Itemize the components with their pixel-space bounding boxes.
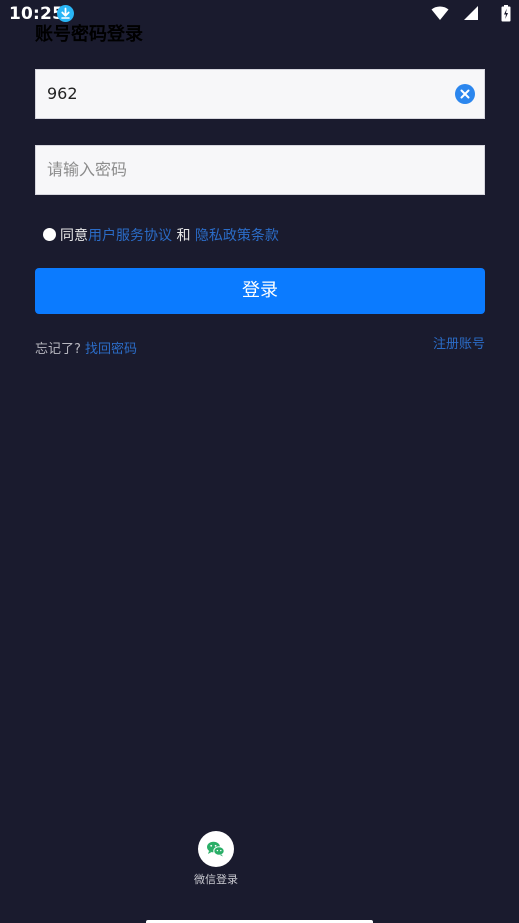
- user-agreement-link[interactable]: 用户服务协议: [88, 228, 172, 244]
- password-field[interactable]: [35, 145, 485, 195]
- forgot-label: 忘记了?: [35, 342, 81, 357]
- wechat-login-label: 微信登录: [194, 873, 238, 886]
- clear-icon[interactable]: [455, 84, 475, 104]
- login-button[interactable]: 登录: [35, 268, 485, 314]
- agreement-row: 同意用户服务协议 和 隐私政策条款: [43, 226, 279, 246]
- recover-password-link[interactable]: 找回密码: [85, 342, 137, 357]
- privacy-policy-link[interactable]: 隐私政策条款: [195, 228, 279, 244]
- password-input[interactable]: [47, 146, 447, 194]
- cellular-icon: [464, 6, 478, 20]
- agreement-prefix: 同意: [60, 228, 88, 244]
- wifi-icon: [431, 6, 449, 20]
- battery-icon: [501, 5, 511, 22]
- account-input[interactable]: [47, 70, 447, 118]
- agreement-connector: 和: [176, 228, 191, 244]
- status-time: 10:25: [9, 4, 65, 24]
- register-link[interactable]: 注册账号: [433, 335, 485, 355]
- forgot-row: 忘记了? 找回密码: [35, 340, 137, 360]
- account-field[interactable]: [35, 69, 485, 119]
- download-icon: [57, 5, 74, 22]
- wechat-icon: [207, 841, 225, 857]
- agreement-radio[interactable]: [43, 228, 56, 241]
- page-title: 账号密码登录: [35, 24, 143, 45]
- wechat-login-button[interactable]: [198, 831, 234, 867]
